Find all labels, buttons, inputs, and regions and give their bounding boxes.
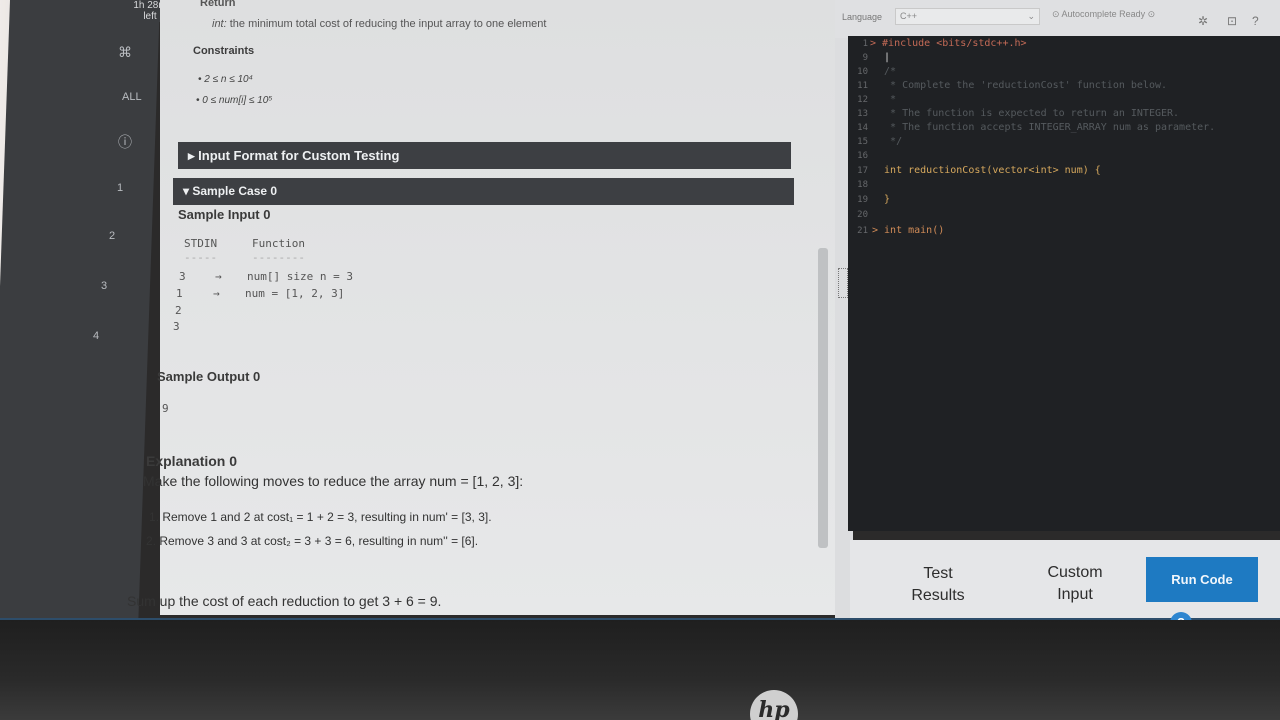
- function-value: num = [1, 2, 3]: [245, 287, 345, 300]
- line-number: 13: [857, 109, 868, 119]
- help-icon[interactable]: ?: [1252, 14, 1259, 28]
- stdin-value: 3: [173, 320, 180, 333]
- constraint-item: • 2 ≤ n ≤ 10⁴: [198, 74, 253, 85]
- explanation-intro: Make the following moves to reduce the a…: [143, 473, 524, 489]
- run-code-button[interactable]: Run Code: [1146, 557, 1258, 602]
- explanation-heading: Explanation 0: [146, 453, 238, 469]
- line-number: 14: [857, 123, 868, 133]
- code-line[interactable]: */: [872, 136, 902, 147]
- line-number: 9: [862, 53, 868, 63]
- sample-case-toggle[interactable]: ▾ Sample Case 0: [173, 178, 794, 205]
- line-number: 19: [857, 195, 868, 205]
- code-line[interactable]: * Complete the 'reductionCost' function …: [872, 80, 1167, 91]
- code-line[interactable]: > int main(): [872, 225, 944, 236]
- input-format-toggle[interactable]: ▸ Input Format for Custom Testing: [178, 142, 791, 169]
- test-results-tab[interactable]: Test Results: [898, 563, 978, 607]
- return-type: int:: [212, 18, 227, 30]
- explanation-summary: Sum up the cost of each reduction to get…: [127, 593, 442, 609]
- divider-line: -----: [184, 251, 218, 264]
- question-nav-3[interactable]: 3: [101, 280, 107, 292]
- code-line[interactable]: *: [872, 94, 896, 105]
- language-select[interactable]: C++ ⌄: [895, 8, 1040, 25]
- arrow-icon: →: [213, 287, 220, 300]
- code-line[interactable]: /*: [872, 66, 896, 77]
- info-icon[interactable]: ⓘ: [118, 132, 132, 152]
- divider-line: --------: [252, 251, 305, 264]
- line-number: 18: [857, 180, 868, 190]
- constraints-heading: Constraints: [193, 45, 255, 57]
- sample-output-value: 9: [162, 402, 169, 415]
- constraint-item: • 0 ≤ num[i] ≤ 10⁵: [196, 95, 273, 106]
- explanation-step: 1. Remove 1 and 2 at cost₁ = 1 + 2 = 3, …: [149, 510, 492, 524]
- line-number: 11: [857, 81, 868, 91]
- line-number: 15: [857, 137, 868, 147]
- return-description: int: the minimum total cost of reducing …: [212, 18, 546, 30]
- screen: 1h 28m left ⌘ ALL ⓘ 1 2 3 4 Return int: …: [0, 0, 1280, 620]
- line-number: 1: [862, 39, 868, 49]
- line-number: 17: [857, 166, 868, 176]
- code-line[interactable]: }: [872, 194, 890, 205]
- language-label: Language: [842, 12, 883, 22]
- explanation-step: 2. Remove 3 and 3 at cost₂ = 3 + 3 = 6, …: [146, 534, 479, 548]
- stdin-value: 2: [175, 304, 182, 317]
- command-icon[interactable]: ⌘: [118, 44, 132, 61]
- arrow-icon: →: [215, 270, 222, 283]
- chevron-down-icon: ⌄: [1027, 11, 1035, 21]
- settings-icon[interactable]: ✲: [1198, 14, 1208, 28]
- language-value: C++: [900, 11, 918, 21]
- function-value: num[] size n = 3: [247, 270, 353, 283]
- line-number: 21: [857, 226, 868, 236]
- problem-scrollbar[interactable]: [818, 248, 828, 548]
- code-line[interactable]: * The function accepts INTEGER_ARRAY num…: [872, 122, 1215, 133]
- code-line[interactable]: |: [872, 52, 890, 63]
- code-line[interactable]: * The function is expected to return an …: [872, 108, 1179, 119]
- sample-input-heading: Sample Input 0: [178, 207, 271, 222]
- return-text: the minimum total cost of reducing the i…: [229, 18, 547, 30]
- stdin-header: STDIN: [184, 237, 218, 250]
- function-header: Function: [252, 237, 305, 250]
- question-nav-2[interactable]: 2: [109, 230, 115, 242]
- line-number: 12: [857, 95, 868, 105]
- line-number: 16: [857, 151, 868, 161]
- filter-all[interactable]: ALL: [122, 91, 142, 103]
- question-nav-4[interactable]: 4: [93, 330, 99, 342]
- code-line[interactable]: > #include <bits/stdc++.h>: [870, 38, 1027, 49]
- code-line[interactable]: int reductionCost(vector<int> num) {: [872, 165, 1101, 176]
- line-number: 20: [857, 210, 868, 220]
- autocomplete-status[interactable]: ⊙ Autocomplete Ready ⊙: [1052, 9, 1155, 20]
- stdin-value: 3: [179, 270, 186, 283]
- question-nav-1[interactable]: 1: [117, 182, 123, 194]
- laptop-bezel: [0, 620, 1280, 720]
- custom-input-tab[interactable]: Custom Input: [1035, 562, 1115, 606]
- line-number: 10: [857, 67, 868, 77]
- return-heading: Return: [200, 0, 236, 9]
- divider-grip-icon[interactable]: [838, 268, 848, 298]
- fullscreen-icon[interactable]: ⊡: [1227, 14, 1237, 28]
- stdin-value: 1: [176, 287, 183, 300]
- sample-output-heading: Sample Output 0: [157, 369, 261, 384]
